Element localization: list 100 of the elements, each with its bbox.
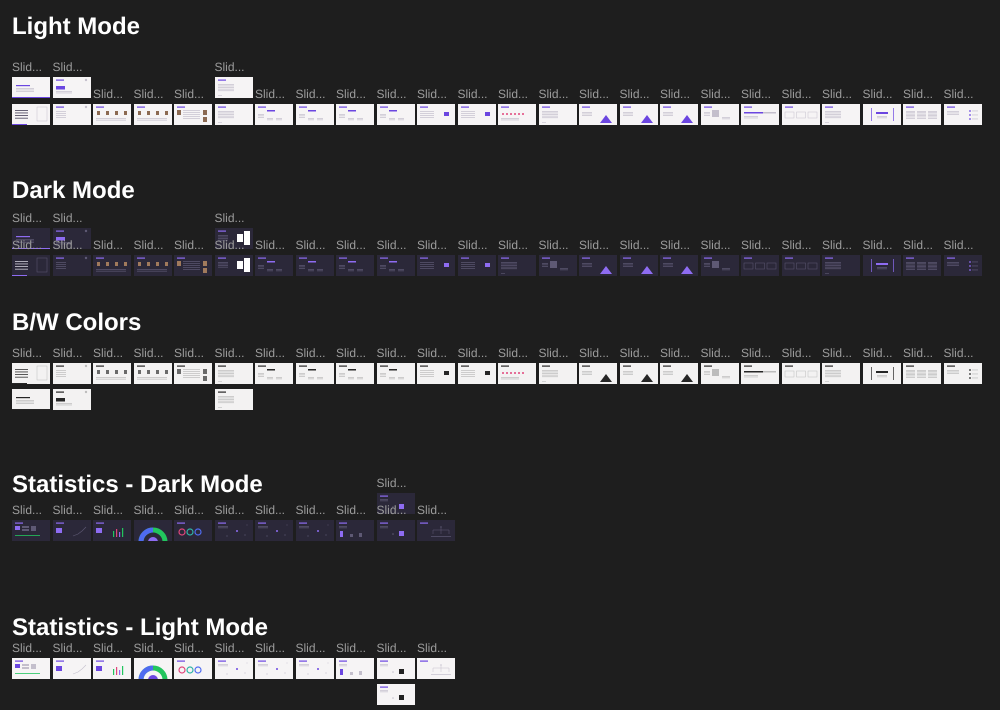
frame-label[interactable]: Slid... bbox=[52, 212, 90, 224]
slide-thumbnail[interactable] bbox=[255, 658, 293, 679]
frame-label[interactable]: Slid... bbox=[255, 504, 293, 516]
frame-label[interactable]: Slid... bbox=[741, 239, 779, 251]
slide-thumbnail[interactable] bbox=[660, 104, 698, 125]
frame-label[interactable]: Slid... bbox=[498, 347, 536, 359]
frame-label[interactable]: Slid... bbox=[903, 88, 941, 100]
frame-label[interactable]: Slid... bbox=[579, 239, 617, 251]
frame-label[interactable]: Slid... bbox=[376, 239, 414, 251]
slide-thumbnail[interactable] bbox=[376, 493, 414, 514]
slide-thumbnail[interactable] bbox=[741, 255, 779, 276]
slide-thumbnail[interactable] bbox=[336, 104, 374, 125]
frame-label[interactable]: Slid... bbox=[296, 239, 334, 251]
slide-thumbnail[interactable] bbox=[255, 363, 293, 384]
frame-label[interactable]: Slid... bbox=[296, 347, 334, 359]
frame-label[interactable]: Slid... bbox=[12, 504, 50, 516]
frame-label[interactable]: Slid... bbox=[214, 61, 252, 73]
frame-label[interactable]: Slid... bbox=[376, 477, 414, 489]
frame-label[interactable]: Slid... bbox=[944, 88, 982, 100]
frame-label[interactable]: Slid... bbox=[93, 239, 131, 251]
slide-thumbnail[interactable] bbox=[52, 363, 90, 384]
slide-thumbnail[interactable] bbox=[336, 363, 374, 384]
frame-label[interactable]: Slid... bbox=[417, 347, 455, 359]
slide-thumbnail[interactable] bbox=[214, 255, 252, 276]
frame-label[interactable]: Slid... bbox=[296, 642, 334, 654]
slide-thumbnail[interactable] bbox=[174, 104, 212, 125]
slide-thumbnail[interactable] bbox=[417, 658, 455, 679]
frame-label[interactable]: Slid... bbox=[214, 504, 252, 516]
frame-label[interactable]: Slid... bbox=[862, 347, 900, 359]
frame-label[interactable]: Slid... bbox=[52, 61, 90, 73]
slide-thumbnail[interactable] bbox=[741, 104, 779, 125]
frame-label[interactable]: Slid... bbox=[417, 642, 455, 654]
slide-thumbnail[interactable] bbox=[700, 255, 738, 276]
frame-label[interactable]: Slid... bbox=[498, 88, 536, 100]
slide-thumbnail[interactable] bbox=[336, 520, 374, 541]
slide-thumbnail[interactable] bbox=[214, 658, 252, 679]
frame-label[interactable]: Slid... bbox=[52, 347, 90, 359]
frame-label[interactable]: Slid... bbox=[944, 347, 982, 359]
slide-thumbnail[interactable] bbox=[782, 104, 820, 125]
slide-thumbnail[interactable] bbox=[822, 363, 860, 384]
frame-label[interactable]: Slid... bbox=[12, 347, 50, 359]
slide-thumbnail[interactable] bbox=[862, 255, 900, 276]
slide-thumbnail[interactable] bbox=[944, 363, 982, 384]
slide-thumbnail[interactable] bbox=[214, 363, 252, 384]
slide-thumbnail[interactable] bbox=[52, 77, 90, 98]
frame-label[interactable]: Slid... bbox=[862, 239, 900, 251]
frame-label[interactable]: Slid... bbox=[782, 88, 820, 100]
frame-label[interactable]: Slid... bbox=[417, 88, 455, 100]
frame-label[interactable]: Slid... bbox=[52, 504, 90, 516]
frame-label[interactable]: Slid... bbox=[620, 239, 658, 251]
slide-thumbnail[interactable] bbox=[134, 255, 172, 276]
slide-thumbnail[interactable] bbox=[296, 104, 334, 125]
frame-label[interactable]: Slid... bbox=[174, 88, 212, 100]
slide-thumbnail[interactable] bbox=[52, 104, 90, 125]
frame-label[interactable]: Slid... bbox=[538, 239, 576, 251]
slide-thumbnail[interactable] bbox=[458, 363, 496, 384]
slide-thumbnail[interactable] bbox=[134, 520, 172, 541]
slide-thumbnail[interactable] bbox=[93, 658, 131, 679]
slide-thumbnail[interactable] bbox=[52, 255, 90, 276]
frame-label[interactable]: Slid... bbox=[822, 239, 860, 251]
frame-label[interactable]: Slid... bbox=[134, 504, 172, 516]
slide-thumbnail[interactable] bbox=[93, 255, 131, 276]
frame-label[interactable]: Slid... bbox=[255, 642, 293, 654]
slide-thumbnail[interactable] bbox=[12, 520, 50, 541]
frame-label[interactable]: Slid... bbox=[660, 347, 698, 359]
frame-label[interactable]: Slid... bbox=[538, 347, 576, 359]
slide-thumbnail[interactable] bbox=[255, 255, 293, 276]
slide-thumbnail[interactable] bbox=[822, 104, 860, 125]
slide-thumbnail[interactable] bbox=[12, 389, 50, 410]
slide-thumbnail[interactable] bbox=[296, 255, 334, 276]
slide-thumbnail[interactable] bbox=[782, 255, 820, 276]
slide-thumbnail[interactable] bbox=[93, 363, 131, 384]
frame-label[interactable]: Slid... bbox=[336, 642, 374, 654]
slide-thumbnail[interactable] bbox=[296, 658, 334, 679]
slide-thumbnail[interactable] bbox=[174, 658, 212, 679]
frame-label[interactable]: Slid... bbox=[579, 88, 617, 100]
slide-thumbnail[interactable] bbox=[174, 363, 212, 384]
slide-thumbnail[interactable] bbox=[822, 255, 860, 276]
frame-label[interactable]: Slid... bbox=[458, 88, 496, 100]
frame-label[interactable]: Slid... bbox=[660, 88, 698, 100]
frame-label[interactable]: Slid... bbox=[174, 642, 212, 654]
slide-thumbnail[interactable] bbox=[12, 363, 50, 384]
frame-label[interactable]: Slid... bbox=[12, 212, 50, 224]
slide-thumbnail[interactable] bbox=[12, 77, 50, 98]
slide-thumbnail[interactable] bbox=[93, 520, 131, 541]
frame-label[interactable]: Slid... bbox=[134, 347, 172, 359]
frame-label[interactable]: Slid... bbox=[93, 642, 131, 654]
slide-thumbnail[interactable] bbox=[458, 255, 496, 276]
slide-thumbnail[interactable] bbox=[700, 363, 738, 384]
slide-thumbnail[interactable] bbox=[214, 389, 252, 410]
slide-thumbnail[interactable] bbox=[52, 520, 90, 541]
frame-label[interactable]: Slid... bbox=[944, 239, 982, 251]
frame-label[interactable]: Slid... bbox=[214, 347, 252, 359]
frame-label[interactable]: Slid... bbox=[538, 88, 576, 100]
slide-thumbnail[interactable] bbox=[944, 255, 982, 276]
slide-thumbnail[interactable] bbox=[417, 104, 455, 125]
slide-thumbnail[interactable] bbox=[579, 104, 617, 125]
slide-thumbnail[interactable] bbox=[417, 520, 455, 541]
frame-label[interactable]: Slid... bbox=[174, 347, 212, 359]
slide-thumbnail[interactable] bbox=[52, 389, 90, 410]
